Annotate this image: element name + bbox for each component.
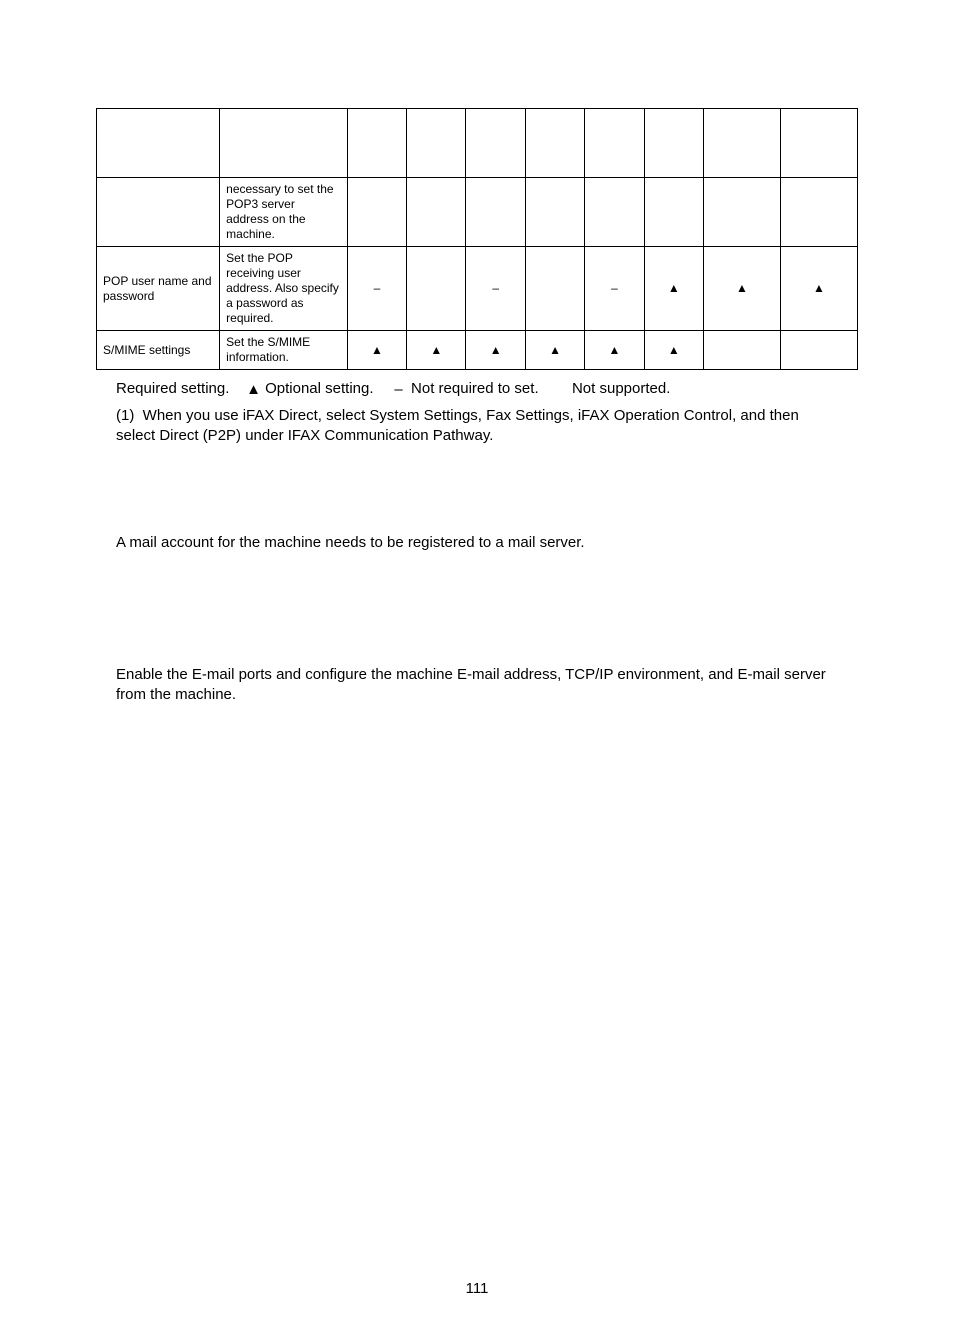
cell-mark (780, 331, 857, 370)
cell-mark (347, 178, 406, 247)
cell-mark (780, 178, 857, 247)
table-row: POP user name and password Set the POP r… (97, 247, 858, 331)
cell-mark: ▲ (703, 247, 780, 331)
settings-table: necessary to set the POP3 server address… (96, 108, 858, 370)
cell-desc: Set the S/MIME information. (220, 331, 348, 370)
cell-mark (407, 247, 466, 331)
cell-mark: ▲ (644, 247, 703, 331)
cell-mark (703, 331, 780, 370)
cell-mark (407, 178, 466, 247)
cell-mark (466, 178, 525, 247)
legend-required: Required setting. (116, 380, 229, 397)
cell-item: POP user name and password (97, 247, 220, 331)
table-header-row (97, 109, 858, 178)
cell-mark (525, 247, 584, 331)
cell-desc: necessary to set the POP3 server address… (220, 178, 348, 247)
paragraph-enable-ports: Enable the E-mail ports and configure th… (116, 665, 838, 706)
cell-mark: – (347, 247, 406, 331)
cell-mark: ▲ (525, 331, 584, 370)
legend: Required setting. ▲ Optional setting. – … (116, 380, 858, 398)
cell-mark: – (585, 247, 644, 331)
cell-mark (525, 178, 584, 247)
dash-icon: – (394, 381, 402, 398)
paragraph-mail-account: A mail account for the machine needs to … (116, 533, 838, 553)
footnote-1: (1) When you use iFAX Direct, select Sys… (116, 406, 838, 447)
page-number: 111 (0, 1280, 954, 1297)
legend-notreq: Not required to set. (411, 380, 539, 397)
cell-mark: ▲ (466, 331, 525, 370)
triangle-icon: ▲ (246, 381, 261, 398)
legend-optional: Optional setting. (265, 380, 373, 397)
table-row: S/MIME settings Set the S/MIME informati… (97, 331, 858, 370)
cell-mark: – (466, 247, 525, 331)
cell-mark: ▲ (407, 331, 466, 370)
cell-mark (585, 178, 644, 247)
table-row: necessary to set the POP3 server address… (97, 178, 858, 247)
cell-mark (644, 178, 703, 247)
legend-notsup: Not supported. (572, 380, 670, 397)
cell-mark: ▲ (644, 331, 703, 370)
cell-desc: Set the POP receiving user address. Also… (220, 247, 348, 331)
cell-mark: ▲ (780, 247, 857, 331)
cell-mark (703, 178, 780, 247)
cell-mark: ▲ (347, 331, 406, 370)
cell-item (97, 178, 220, 247)
cell-item: S/MIME settings (97, 331, 220, 370)
cell-mark: ▲ (585, 331, 644, 370)
